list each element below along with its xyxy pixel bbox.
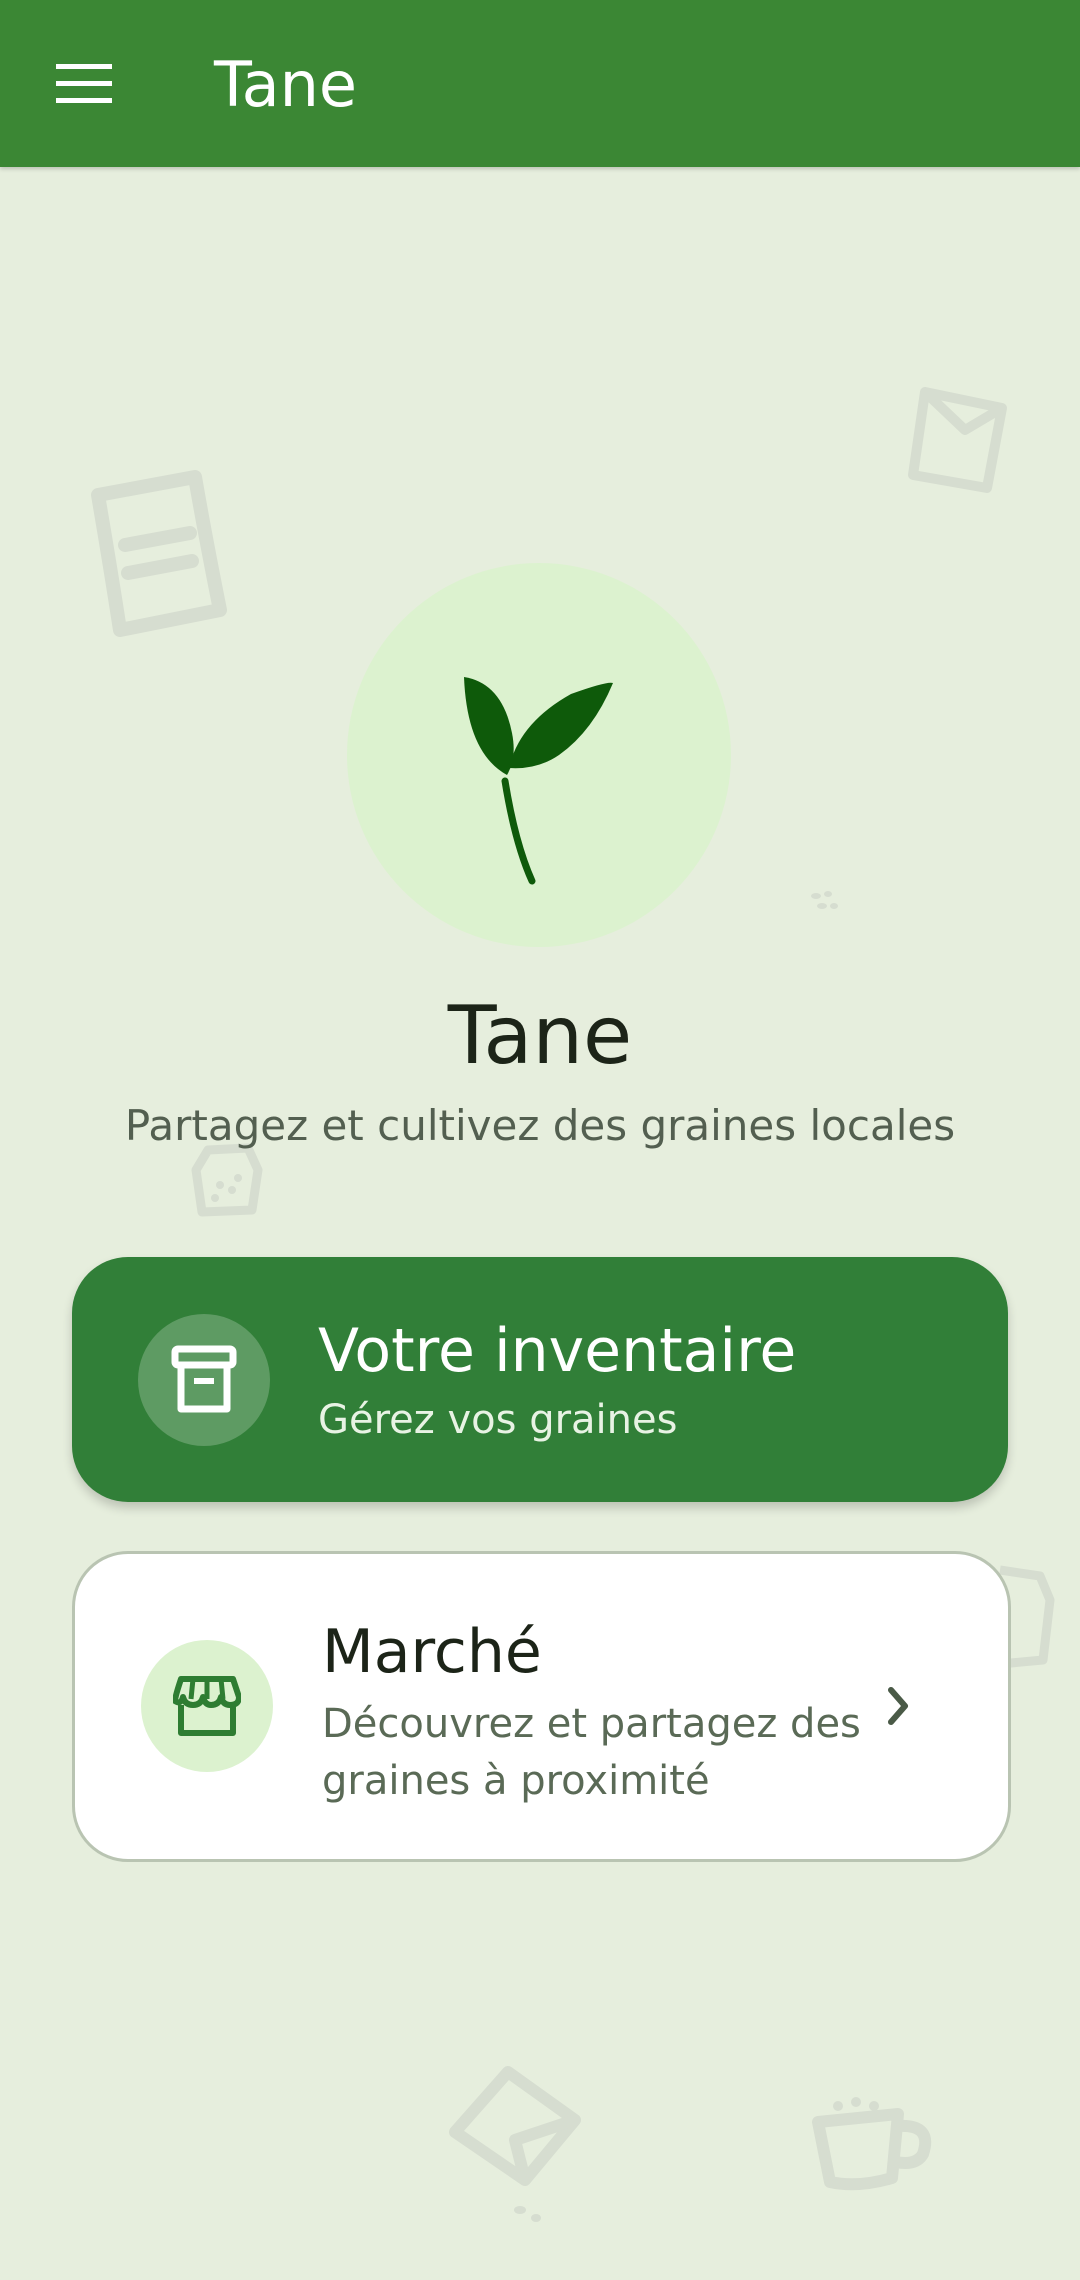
- watering-can-doodle: [449, 2066, 581, 2222]
- sprout-icon: [464, 677, 613, 885]
- hero-title: Tane: [447, 989, 633, 1082]
- seed-sack-doodle: [91, 470, 227, 637]
- hero-logo-circle: [347, 563, 731, 947]
- app-bar-title: Tane: [214, 48, 358, 121]
- small-seeds-doodle: [811, 891, 838, 909]
- market-card-title: Marché: [322, 1617, 542, 1687]
- inventory-icon-badge: [138, 1314, 270, 1446]
- top-app-bar: Tane: [0, 0, 1080, 167]
- menu-button[interactable]: [30, 36, 138, 132]
- hamburger-menu-icon: [56, 64, 112, 103]
- inventory-card-subtitle: Gérez vos graines: [318, 1397, 678, 1443]
- market-card[interactable]: Marché Découvrez et partagez des graines…: [72, 1551, 1011, 1862]
- hero-subtitle: Partagez et cultivez des graines locales: [124, 1101, 956, 1150]
- inventory-card[interactable]: Votre inventaire Gérez vos graines: [72, 1257, 1008, 1502]
- seed-jar-doodle: [191, 1143, 263, 1217]
- seed-packet-doodle: [908, 387, 1007, 493]
- market-card-description: Découvrez et partagez des graines à prox…: [322, 1701, 861, 1804]
- storefront-icon: [173, 1676, 241, 1736]
- archive-box-icon: [171, 1345, 237, 1413]
- inventory-card-title: Votre inventaire: [318, 1316, 797, 1386]
- plant-pot-doodle: [812, 2097, 932, 2191]
- market-icon-badge: [141, 1640, 273, 1772]
- chevron-right-icon: [888, 1687, 908, 1725]
